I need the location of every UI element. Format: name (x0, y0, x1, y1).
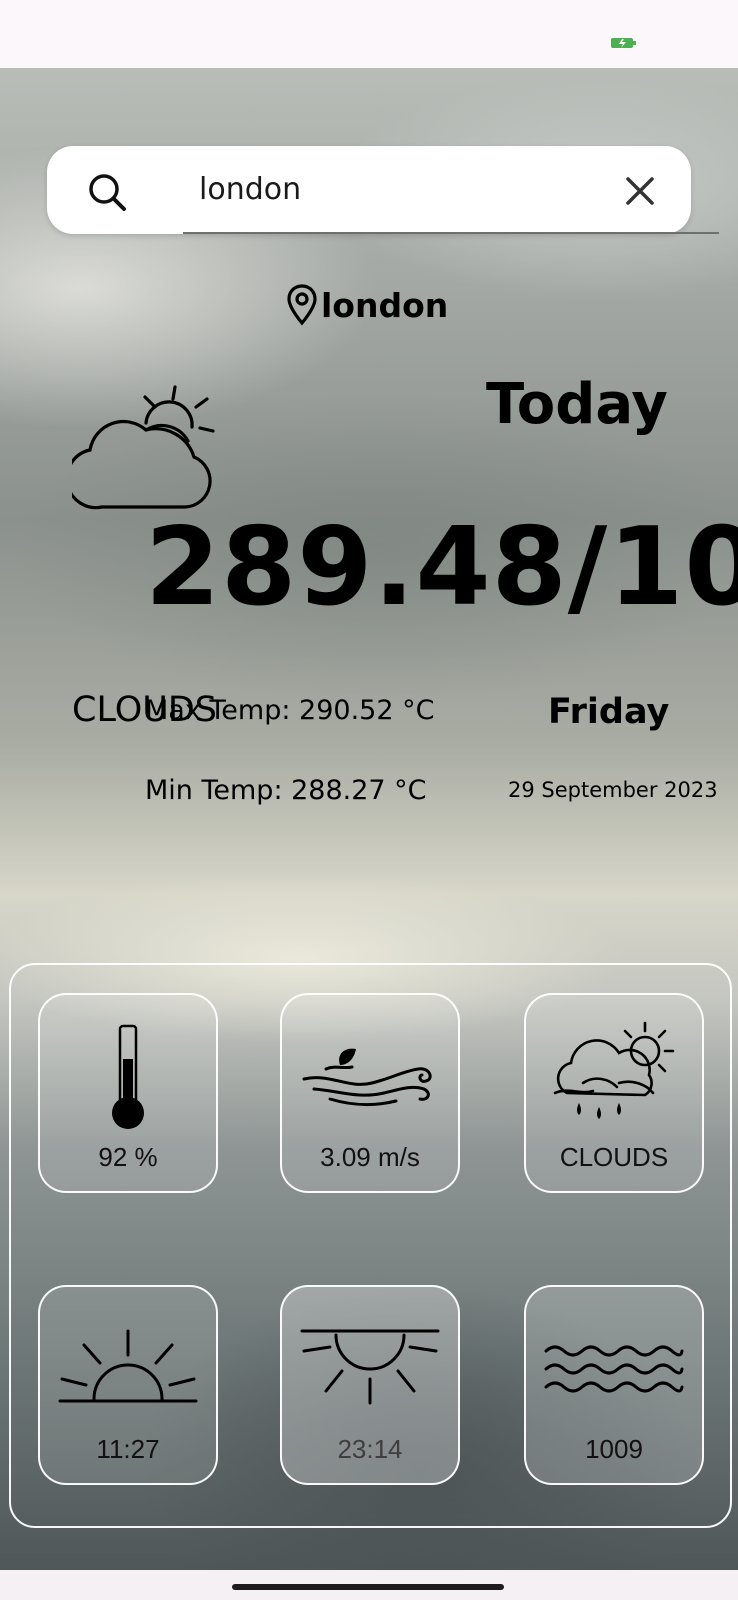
min-temp: Min Temp: 288.27 °C (145, 775, 427, 806)
search-bar[interactable] (47, 146, 719, 234)
max-temp: Max Temp: 290.52 °C (145, 695, 435, 726)
partly-cloudy-icon (72, 385, 215, 510)
clouds-value: CLOUDS (559, 1142, 669, 1172)
wind-icon (302, 1048, 432, 1107)
sunrise-time: 11:27 (96, 1434, 160, 1464)
home-indicator[interactable] (232, 1584, 504, 1590)
location-row: london (285, 280, 448, 330)
wind-speed-value: 3.09 m/s (320, 1142, 420, 1172)
search-icon[interactable] (87, 172, 127, 212)
sunset-time: 23:14 (337, 1434, 403, 1464)
pressure-tile: 1009 (524, 1285, 704, 1485)
weekday: Friday (548, 692, 670, 732)
thermometer-icon (112, 1024, 144, 1129)
waves-icon (544, 1345, 684, 1393)
cloud-rain-sun-icon (553, 1021, 675, 1119)
humidity-value: 92 % (98, 1142, 158, 1172)
sunset-tile: 23:14 (280, 1285, 460, 1485)
clouds-tile: CLOUDS (524, 993, 704, 1193)
temperature: 289.48/10 (145, 505, 738, 630)
location-pin-icon (287, 284, 317, 326)
humidity-tile: 92 % (38, 993, 218, 1193)
battery-icon (611, 38, 636, 48)
pressure-value: 1009 (585, 1434, 643, 1464)
sunset-icon (300, 1329, 440, 1405)
status-bar (0, 0, 738, 68)
date: 29 September 2023 (508, 778, 718, 802)
sunrise-icon (58, 1329, 198, 1403)
day-heading: Today (486, 372, 668, 437)
wind-tile: 3.09 m/s (280, 993, 460, 1193)
city-name: london (321, 285, 449, 325)
search-input[interactable] (183, 166, 599, 212)
close-icon[interactable] (623, 174, 657, 208)
search-underline (183, 232, 719, 234)
sunrise-tile: 11:27 (38, 1285, 218, 1485)
